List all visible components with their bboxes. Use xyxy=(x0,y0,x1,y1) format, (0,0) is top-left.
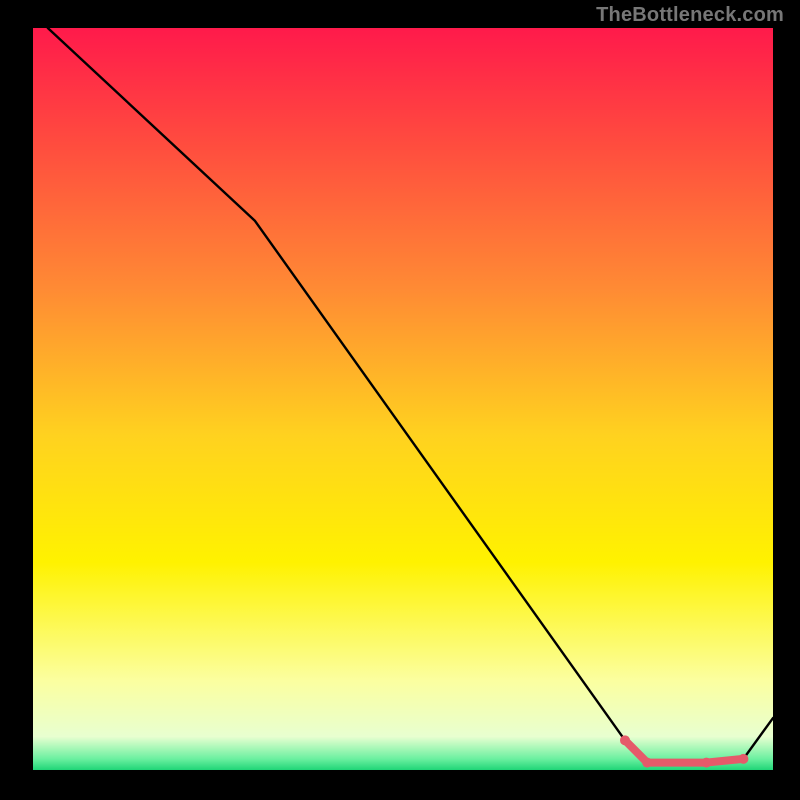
watermark-text: TheBottleneck.com xyxy=(596,4,784,27)
root: TheBottleneck.com xyxy=(0,0,800,800)
highlight-point xyxy=(738,754,748,764)
bottleneck-chart xyxy=(0,0,800,800)
highlight-point xyxy=(642,758,652,768)
plot-area xyxy=(33,28,773,770)
highlight-point xyxy=(701,758,711,768)
highlight-point xyxy=(620,735,630,745)
